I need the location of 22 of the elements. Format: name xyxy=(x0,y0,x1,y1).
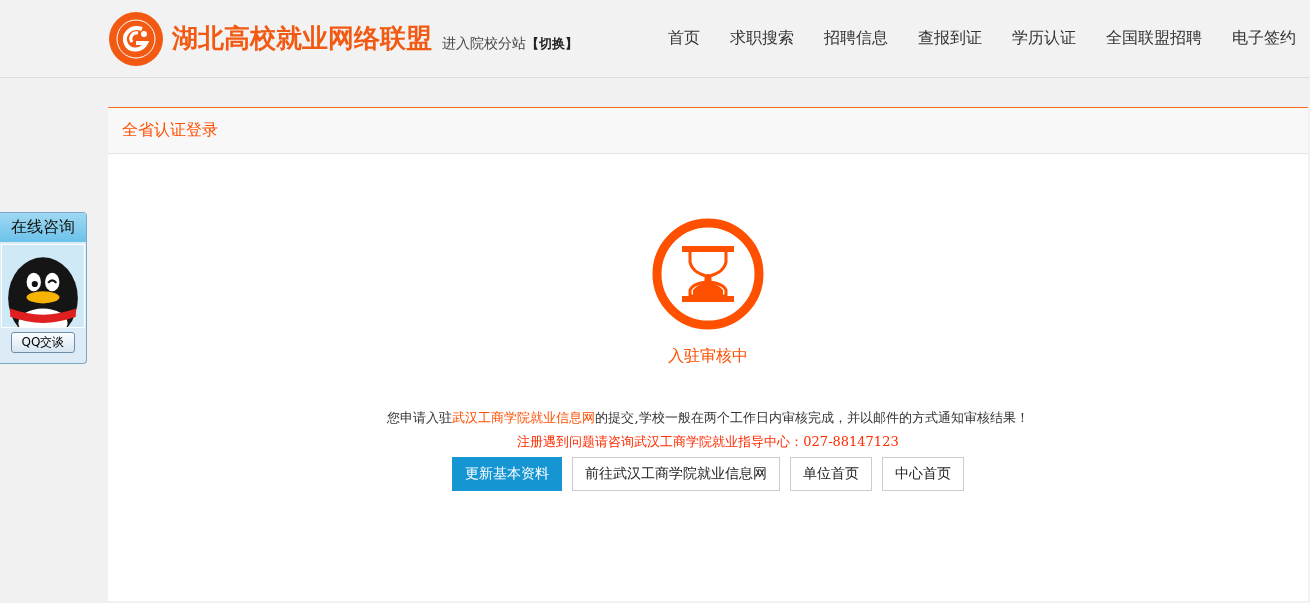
action-button[interactable]: 单位首页 xyxy=(790,457,872,491)
consult-title: 在线咨询 xyxy=(0,213,86,242)
nav-link[interactable]: 首页 xyxy=(668,28,700,49)
qq-chat-button[interactable]: QQ交谈 xyxy=(10,332,76,353)
site-title: 湖北高校就业网络联盟 xyxy=(172,22,432,55)
status-label: 入驻审核中 xyxy=(668,346,748,367)
nav-link[interactable]: 电子签约 xyxy=(1232,28,1296,49)
nav-link[interactable]: 全国联盟招聘 xyxy=(1106,28,1202,49)
notice-text: 您申请入驻 xyxy=(387,410,453,425)
nav-link[interactable]: 查报到证 xyxy=(918,28,982,49)
logo-icon xyxy=(108,10,164,67)
branch-label: 进入院校分站 xyxy=(442,34,526,53)
action-button[interactable]: 中心首页 xyxy=(882,457,964,491)
nav-link[interactable]: 学历认证 xyxy=(1012,28,1076,49)
action-button[interactable]: 前往武汉工商学院就业信息网 xyxy=(572,457,780,491)
nav-link[interactable]: 求职搜索 xyxy=(730,28,794,49)
hourglass-icon xyxy=(652,218,764,330)
switch-link[interactable]: 【切换】 xyxy=(526,34,578,53)
contact-text: 注册遇到问题请咨询武汉工商学院就业指导中心：027-88147123 xyxy=(517,433,899,451)
notice-text: 的提交,学校一般在两个工作日内审核完成，并以邮件的方式通知审核结果！ xyxy=(595,410,1029,425)
nav-link[interactable]: 招聘信息 xyxy=(824,28,888,49)
panel-title: 全省认证登录 xyxy=(122,120,218,141)
